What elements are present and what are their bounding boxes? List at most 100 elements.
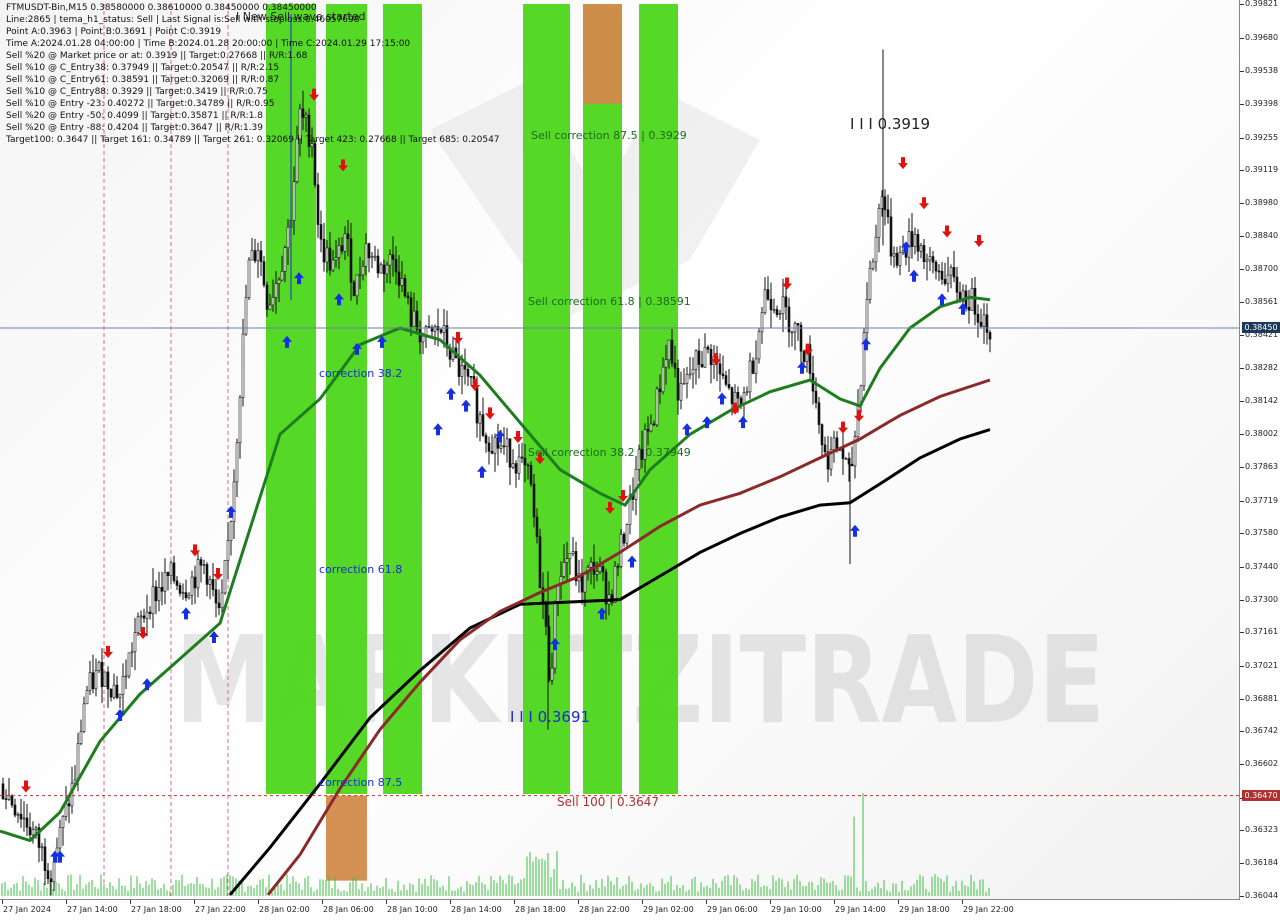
candle-body: [973, 287, 977, 315]
y-tick-mark: [1240, 500, 1244, 502]
candle-body: [361, 265, 365, 276]
candle-body: [565, 558, 569, 563]
candle-body: [43, 846, 47, 871]
candle-body: [823, 444, 827, 453]
candle-body: [667, 339, 671, 361]
candle-body: [265, 284, 269, 310]
candle-body: [769, 298, 773, 311]
candle-body: [160, 587, 164, 592]
candle-body: [418, 329, 422, 343]
candle-body: [871, 261, 875, 269]
candle-body: [499, 445, 503, 449]
candle-body: [253, 250, 257, 262]
plot-area[interactable]: MARKETZITRADE FTMUSDT-Bin,M15 0.38580000…: [0, 0, 1240, 900]
candle-body: [382, 264, 386, 275]
info-line: Sell %20 @ Entry -50: 0.4099 || Target:0…: [6, 111, 264, 121]
candle-body: [319, 224, 323, 240]
time-axis[interactable]: 27 Jan 2024 27 Jan 14:00 27 Jan 18:00 27 Ja…: [0, 900, 1240, 920]
candle-body: [676, 368, 680, 401]
y-tick-label: 0.37719: [1245, 495, 1279, 505]
candle-body: [340, 245, 344, 252]
y-tick-mark: [1240, 400, 1244, 402]
candle-body: [334, 257, 338, 261]
candle-body: [850, 463, 854, 467]
x-tick-label: 27 Jan 2024: [3, 905, 51, 914]
correction-382-label: correction 38.2: [319, 367, 403, 380]
candle-body: [520, 456, 524, 459]
candle-body: [511, 463, 515, 468]
y-tick-label: 0.39255: [1245, 132, 1279, 142]
y-tick-mark: [1240, 632, 1244, 634]
candle-body: [58, 827, 62, 849]
info-line: Sell %20 @ Market price or at: 0.3919 ||…: [6, 51, 308, 61]
candle-body: [46, 870, 50, 880]
sell-arrow-icon: [919, 197, 929, 210]
info-line: Line:2865 | tema_h1_status: Sell | Last …: [6, 15, 360, 25]
x-tick-mark: [2, 900, 3, 904]
candle-body: [514, 463, 518, 474]
candle-body: [379, 264, 383, 274]
candle-body: [376, 255, 380, 274]
candle-body: [934, 261, 938, 272]
candle-body: [517, 456, 521, 474]
candle-body: [949, 267, 953, 276]
buy-arrow-icon: [861, 338, 871, 351]
y-tick-label: 0.38002: [1245, 428, 1279, 438]
candle-body: [649, 423, 653, 432]
info-line: Sell %10 @ C_Entry38: 0.37949 || Target:…: [6, 63, 280, 73]
candle-body: [529, 465, 533, 485]
y-tick-label: 0.36602: [1245, 759, 1279, 769]
candle-body: [940, 270, 944, 280]
candle-body: [721, 373, 725, 376]
candle-body: [388, 254, 392, 266]
candle-body: [403, 278, 407, 297]
buy-arrow-icon: [433, 423, 443, 436]
y-tick-mark: [1240, 170, 1244, 172]
x-tick-mark: [770, 900, 771, 904]
target-price-badge: 0.36470: [1242, 789, 1280, 801]
x-tick-mark: [706, 900, 707, 904]
sell-arrow-icon: [485, 407, 495, 420]
candle-body: [553, 603, 557, 669]
candle-body: [415, 310, 419, 330]
price-axis[interactable]: 0.39821 0.39680 0.39538 0.39398 0.39255 0.391…: [1240, 0, 1280, 900]
candle-body: [262, 261, 266, 286]
candle-body: [322, 238, 326, 263]
candle-body: [358, 274, 362, 277]
y-tick-mark: [1240, 433, 1244, 435]
y-tick-label: 0.38142: [1245, 395, 1279, 405]
candle-body: [10, 795, 14, 806]
candle-body: [481, 414, 485, 436]
candle-body: [316, 184, 320, 225]
candle-body: [952, 267, 956, 278]
x-tick-mark: [834, 900, 835, 904]
candle-body: [652, 423, 656, 426]
candle-body: [922, 245, 926, 263]
candle-body: [658, 388, 662, 393]
x-tick-mark: [962, 900, 963, 904]
candle-body: [343, 233, 347, 252]
candle-body: [919, 245, 923, 252]
sell-100-label: Sell 100 | 0.3647: [557, 795, 660, 809]
candle-body: [679, 382, 683, 401]
candle-body: [133, 632, 137, 653]
candle-body: [568, 553, 572, 560]
candle-body: [874, 236, 878, 263]
candle-body: [502, 445, 506, 448]
y-tick-mark: [1240, 104, 1244, 106]
candle-body: [391, 254, 395, 260]
candle-body: [244, 297, 248, 335]
buy-arrow-icon: [446, 387, 456, 400]
candle-body: [76, 743, 80, 781]
sell-arrow-icon: [21, 780, 31, 793]
candle-body: [106, 671, 110, 690]
y-tick-mark: [1240, 533, 1244, 535]
candle-body: [814, 390, 818, 404]
sell-arrow-icon: [974, 235, 984, 248]
x-tick-label: 29 Jan 06:00: [707, 905, 758, 914]
sell-arrow-icon: [854, 409, 864, 422]
candle-body: [28, 826, 32, 836]
candle-body: [4, 798, 8, 801]
candle-body: [937, 270, 941, 273]
candle-body: [796, 323, 800, 326]
